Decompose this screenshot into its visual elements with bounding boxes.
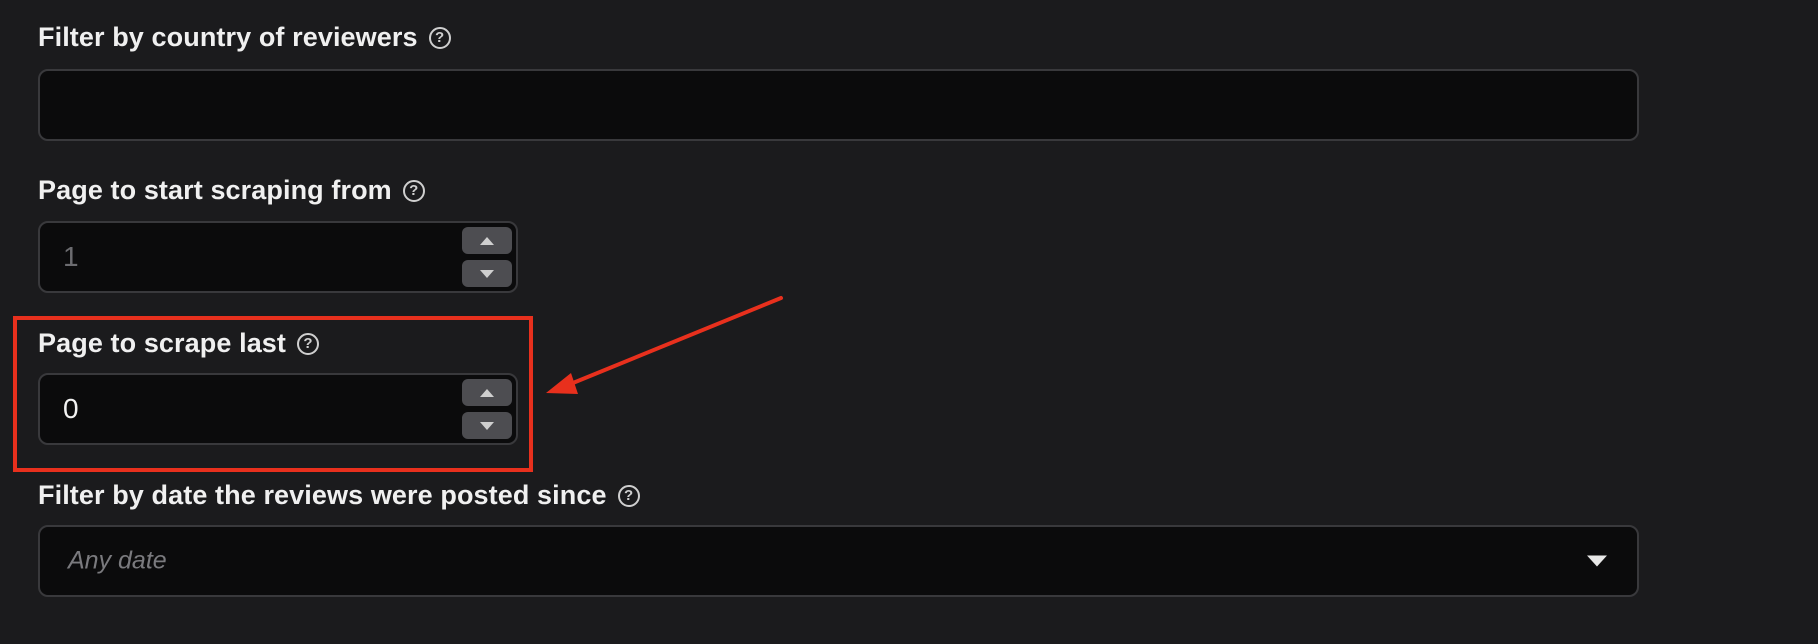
annotation-arrow-shaft [566, 296, 783, 387]
annotation-arrow-head [546, 373, 578, 394]
annotation-arrow-icon [546, 296, 783, 394]
